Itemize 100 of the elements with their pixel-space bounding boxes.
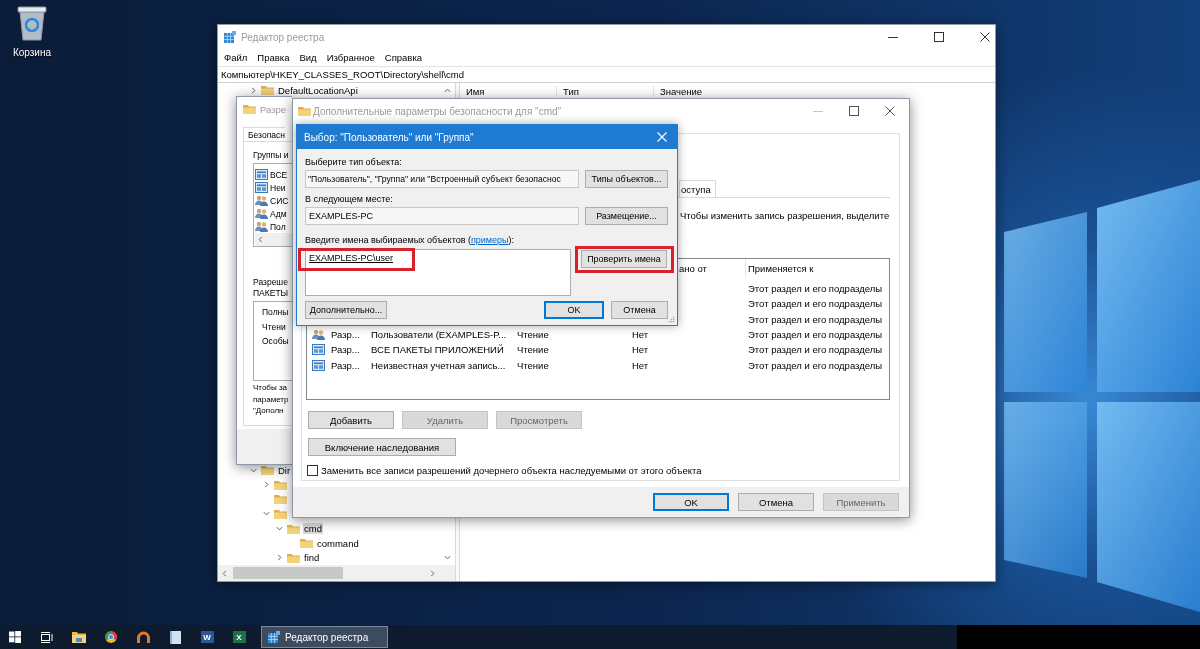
folder-icon (287, 552, 300, 563)
chevron-left-icon[interactable] (221, 569, 228, 577)
names-input-field[interactable]: EXAMPLES-PC\user (305, 249, 571, 296)
app-tile[interactable]: W (200, 631, 214, 643)
dialog-button[interactable]: Добавить (308, 411, 394, 429)
folder-icon (298, 106, 311, 116)
folder-icon (261, 85, 274, 96)
app-tile[interactable]: X (232, 631, 246, 643)
table-cell-text: Пользователи (EXAMPLES-P... (370, 329, 508, 341)
list-box[interactable]: ВСЕ Неи СИС Адм Пол (253, 163, 292, 247)
section-label: Группы и (253, 150, 290, 161)
stacked-panels-icon[interactable] (40, 631, 54, 643)
close-icon[interactable] (885, 106, 895, 116)
tree-item[interactable]: DefaultLocationApi (277, 84, 359, 96)
maximize-icon[interactable] (849, 106, 859, 116)
ok-button[interactable]: OK (544, 301, 604, 319)
four-squares-icon[interactable] (9, 631, 21, 643)
field-label: В следующем месте: (305, 194, 394, 205)
table-cell-text: Этот раздел и его подразделы (747, 298, 884, 310)
table-cell-text: ВСЕ ПАКЕТЫ ПРИЛОЖЕНИЙ (370, 344, 505, 356)
tree-item[interactable]: cmd (303, 523, 323, 534)
taskbar-window-button[interactable]: Редактор реестра (261, 626, 388, 648)
tree-item[interactable]: Dir (277, 464, 292, 476)
list-item[interactable]: Пол (270, 221, 286, 232)
scrollbar-thumb[interactable] (233, 567, 343, 579)
column-header[interactable]: Тип (557, 85, 654, 97)
dialog-button[interactable]: OK (653, 493, 729, 511)
maximize-icon[interactable] (934, 32, 944, 42)
menu-item[interactable]: Вид (294, 52, 322, 63)
checkbox-label[interactable]: Заменить все записи разрешений дочернего объекта наследуемыми от этого объекта (321, 465, 702, 476)
tree-item[interactable]: command (316, 537, 360, 549)
address-bar[interactable]: Компьютер\HKEY_CLASSES_ROOT\Directory\shell\cmd (218, 66, 995, 83)
segmented-circle-icon[interactable] (105, 631, 117, 643)
table-cell-text: Чтение (516, 359, 550, 371)
chevron-right-icon[interactable] (263, 481, 270, 489)
trash-bin-icon[interactable] (17, 5, 47, 41)
table-cell-text: Разр... (330, 344, 361, 356)
notebook-icon[interactable] (169, 630, 181, 644)
table-cell-text: Нет (631, 359, 650, 371)
table-cell-text: Этот раздел и его подразделы (747, 344, 884, 356)
permission-name: Полны (262, 307, 289, 318)
chevron-down-icon[interactable] (250, 466, 257, 474)
arch-icon[interactable] (136, 631, 150, 643)
chevron-down-icon[interactable] (276, 525, 283, 532)
folder-icon[interactable] (72, 631, 86, 643)
window-title: Дополнительные параметры безопасности для "cmd" (313, 105, 562, 117)
tree-item[interactable]: find (303, 552, 321, 564)
list-item[interactable]: Адм (270, 208, 287, 219)
column-header[interactable]: Имя (460, 85, 557, 97)
list-item[interactable]: ВСЕ (270, 169, 288, 180)
list-item[interactable]: Неи (270, 182, 286, 193)
column-header[interactable]: Значение (654, 85, 703, 97)
tab[interactable]: оступа (679, 180, 716, 197)
locations-button[interactable]: Размещение... (585, 207, 668, 225)
advanced-button[interactable]: Дополнительно... (305, 301, 387, 319)
window-title: Разре (260, 103, 287, 115)
menu-item[interactable]: Избранное (321, 52, 380, 63)
chevron-left-icon[interactable] (257, 236, 264, 243)
field-label: Выберите тип объекта: (305, 157, 403, 168)
section-label: Разреше ПАКЕТЫ (253, 277, 290, 299)
resize-grip-icon[interactable] (669, 317, 675, 323)
table-cell-text: Нет (631, 344, 650, 356)
grid-cube-icon (268, 631, 280, 643)
folder-icon (261, 465, 274, 476)
window-title: Редактор реестра (241, 31, 325, 43)
cancel-button[interactable]: Отмена (611, 301, 668, 319)
menu-item[interactable]: Правка (252, 52, 295, 63)
checkbox[interactable] (307, 465, 318, 476)
check-names-button[interactable]: Проверить имена (581, 250, 667, 268)
dialog-button[interactable]: Отмена (738, 493, 814, 511)
app-window-icon (255, 169, 268, 180)
people-icon (255, 195, 268, 206)
folder-icon (287, 523, 300, 534)
desktop-icon-label[interactable]: Корзина (12, 47, 52, 58)
dialog-footer (237, 429, 292, 464)
chevron-down-icon[interactable] (444, 554, 451, 561)
app-window-icon (312, 344, 325, 356)
app-window-icon (312, 359, 325, 371)
grid-cube-icon (224, 31, 236, 43)
column-header[interactable]: Применяется к (745, 259, 889, 277)
location-field[interactable]: EXAMPLES-PC (305, 207, 579, 225)
tab[interactable]: Безопасн (243, 127, 285, 141)
object-type-field[interactable]: "Пользователь", "Группа" или "Встроенный субъект безопаснос (305, 170, 579, 188)
field-label: Введите имена выбираемых объектов (примеры): (305, 235, 515, 246)
object-types-button[interactable]: Типы объектов... (585, 170, 668, 188)
chevron-right-icon[interactable] (276, 554, 283, 562)
menu-item[interactable]: Справка (379, 52, 428, 63)
people-icon (255, 208, 268, 219)
inheritance-button[interactable]: Включение наследования (308, 438, 456, 456)
chevron-down-icon[interactable] (263, 510, 270, 518)
menu-item[interactable]: Файл (219, 52, 253, 63)
list-item[interactable]: СИС (270, 195, 289, 206)
scrollbar[interactable] (218, 565, 455, 581)
close-icon[interactable] (980, 32, 990, 42)
chevron-right-icon[interactable] (429, 569, 436, 577)
chevron-right-icon[interactable] (250, 86, 257, 94)
column-header[interactable]: ано от (679, 262, 745, 274)
permission-name: Чтени (262, 321, 286, 332)
chevron-up-icon[interactable] (444, 87, 451, 94)
table-cell-text: Этот раздел и его подразделы (747, 313, 884, 325)
